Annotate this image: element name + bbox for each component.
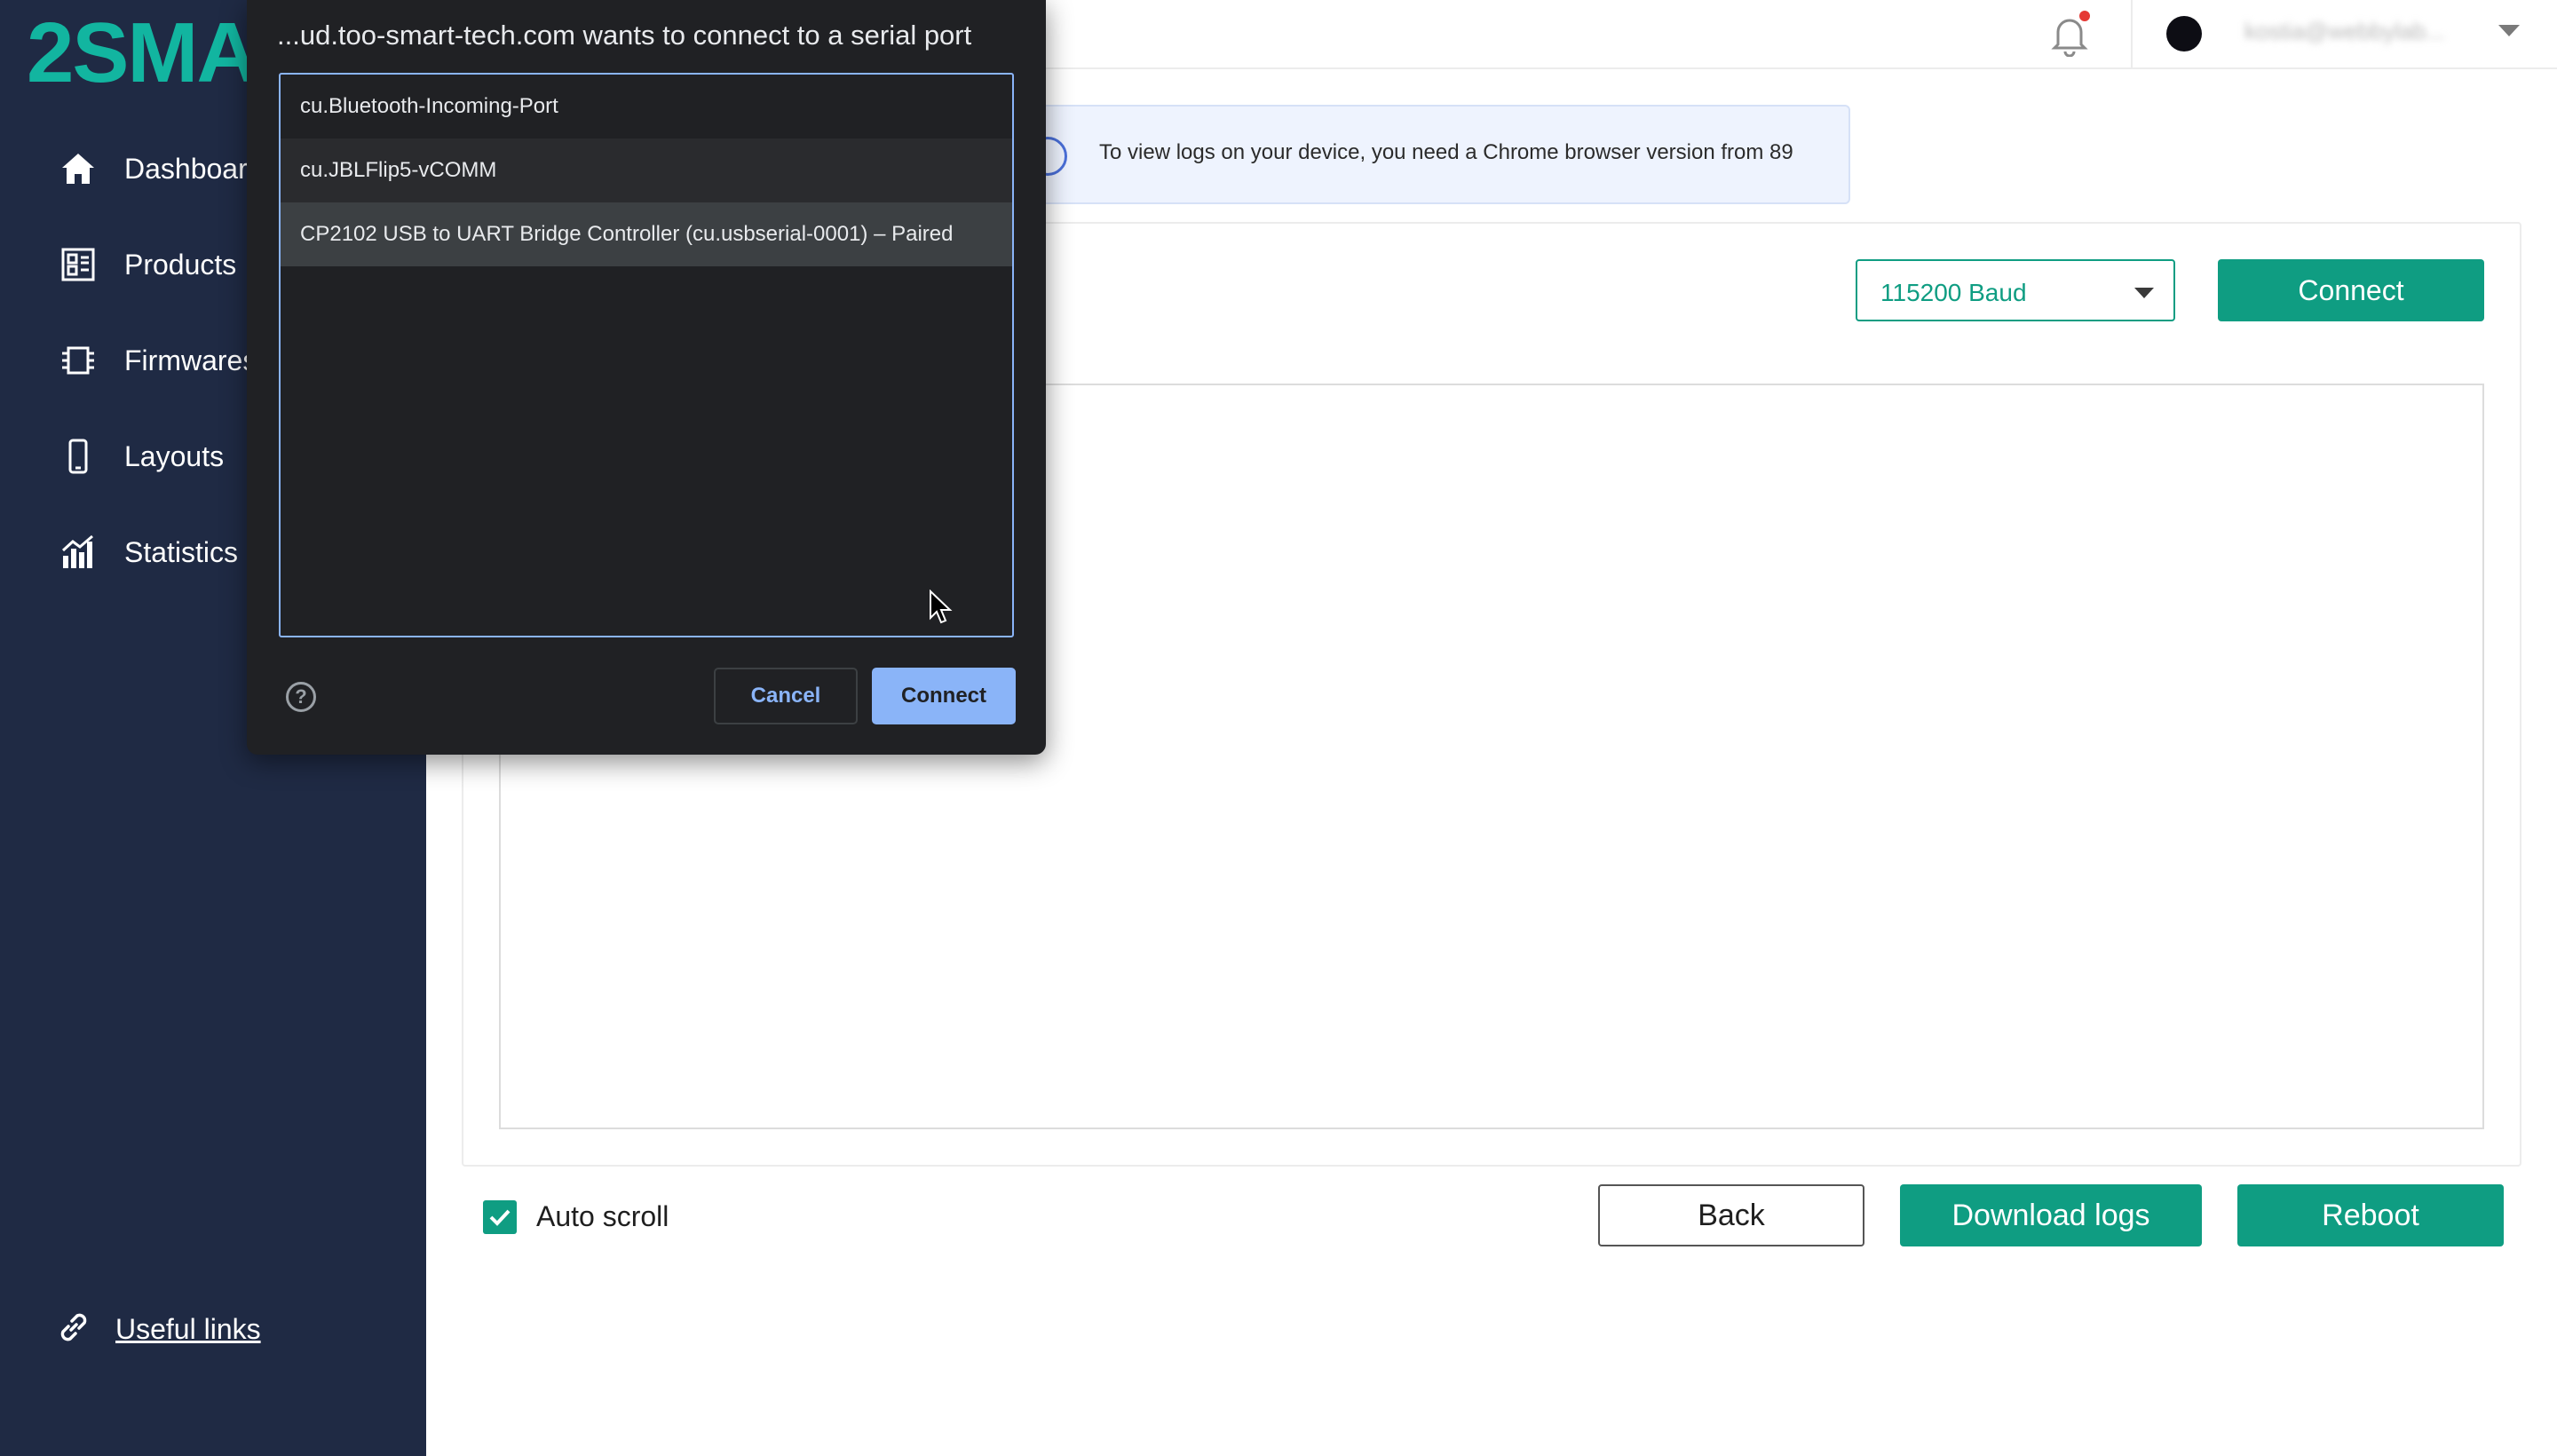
- useful-links-label: Useful links: [115, 1313, 261, 1345]
- chip-icon: [55, 337, 101, 384]
- sidebar-item-statistics[interactable]: Statistics: [55, 526, 238, 579]
- avatar[interactable]: [2166, 16, 2202, 51]
- app-logo[interactable]: 2SMA: [27, 9, 258, 98]
- auto-scroll-checkbox[interactable]: [483, 1200, 517, 1234]
- caret-down-icon: [2134, 288, 2154, 298]
- link-icon: [55, 1309, 92, 1350]
- products-icon: [55, 241, 101, 288]
- chevron-down-icon[interactable]: [2498, 25, 2520, 36]
- port-item[interactable]: cu.Bluetooth-Incoming-Port: [281, 75, 1012, 138]
- notification-dot: [2079, 11, 2090, 21]
- sidebar-item-label: Firmwares: [124, 344, 257, 376]
- bar-chart-icon: [55, 529, 101, 575]
- sidebar-item-layouts[interactable]: Layouts: [55, 430, 224, 483]
- dialog-cancel-button[interactable]: Cancel: [714, 668, 858, 724]
- sidebar-item-label: Layouts: [124, 439, 225, 472]
- sidebar-item-dashboard[interactable]: Dashboard: [55, 142, 264, 195]
- sidebar-item-label: Dashboard: [124, 152, 264, 185]
- reboot-button[interactable]: Reboot: [2237, 1184, 2504, 1246]
- dialog-connect-button[interactable]: Connect: [872, 668, 1016, 724]
- header-divider: [2131, 0, 2133, 67]
- phone-icon: [55, 433, 101, 479]
- sidebar-item-products[interactable]: Products: [55, 238, 236, 291]
- port-list[interactable]: cu.Bluetooth-Incoming-Port cu.JBLFlip5-v…: [279, 73, 1014, 637]
- sidebar-item-label: Products: [124, 248, 237, 281]
- help-icon[interactable]: ?: [286, 682, 316, 712]
- download-logs-button[interactable]: Download logs: [1900, 1184, 2202, 1246]
- port-item-selected[interactable]: CP2102 USB to UART Bridge Controller (cu…: [281, 202, 1012, 266]
- info-banner: To view logs on your device, you need a …: [977, 105, 1850, 204]
- baud-rate-value: 115200 Baud: [1880, 279, 2027, 306]
- sidebar-item-label: Statistics: [124, 535, 239, 568]
- serial-port-dialog: ...ud.too-smart-tech.com wants to connec…: [247, 0, 1046, 755]
- auto-scroll-label: Auto scroll: [536, 1200, 669, 1232]
- dialog-title: ...ud.too-smart-tech.com wants to connec…: [277, 20, 972, 51]
- baud-rate-select[interactable]: 115200 Baud: [1856, 259, 2175, 321]
- banner-text: To view logs on your device, you need a …: [1099, 140, 1793, 164]
- back-button[interactable]: Back: [1598, 1184, 1864, 1246]
- user-email[interactable]: kostia@webbylab...: [2244, 18, 2445, 45]
- home-icon: [55, 146, 101, 192]
- check-icon: [489, 1209, 511, 1226]
- port-item[interactable]: cu.JBLFlip5-vCOMM: [281, 138, 1012, 202]
- mouse-cursor-icon: [929, 589, 954, 629]
- connect-button[interactable]: Connect: [2218, 259, 2484, 321]
- sidebar-item-firmwares[interactable]: Firmwares: [55, 334, 257, 387]
- useful-links[interactable]: Useful links: [55, 1309, 261, 1350]
